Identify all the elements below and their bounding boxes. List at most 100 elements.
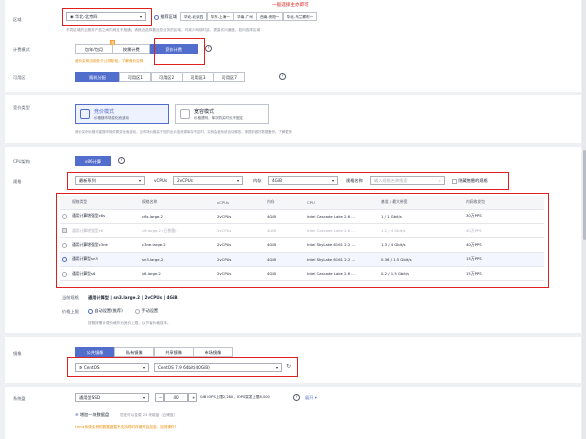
col-cpu: CPU [305, 196, 379, 210]
vcpus-select[interactable]: 2vCPUs ▾ [173, 176, 243, 185]
recommend-region-radio[interactable]: 推荐区域 [154, 14, 177, 20]
image-tab-private[interactable]: 私有镜像 [114, 347, 155, 357]
image-tab-market[interactable]: 市场镜像 [192, 347, 233, 357]
table-row[interactable]: 通用计算增强型c6s c6s.large.2 2vCPUs 4GiB Intel… [60, 209, 544, 224]
chevron-down-icon: ▾ [236, 178, 239, 183]
region-tab-shanghai1[interactable]: 华东-上海一 [206, 12, 234, 21]
billing-note: 竞价实例当前处于公测阶段。了解竞价实例 [75, 59, 144, 63]
soldout-checkbox-icon [62, 228, 67, 234]
region-tab-guangzhou[interactable]: 华南-广州 [233, 12, 257, 21]
col-mem: 内存 [265, 196, 305, 210]
az-7[interactable]: 可用区7 [213, 72, 246, 82]
tolerant-icon [180, 109, 190, 119]
current-spec-value: 通用计算型 | sn3.large.2 | 2vCPUs | 4GiB [88, 295, 178, 300]
mem-label: 内存 [253, 178, 262, 183]
region-note: 不同区域的云服务产品之间内网互不相通；请就近选择靠近您业务的区域，可减少网络时延… [66, 28, 261, 32]
pricing-label: 竞价类型 [13, 105, 30, 110]
row-radio-selected[interactable] [62, 257, 67, 263]
os-version-select[interactable]: CentOS 7.9 64bit(40GiB) ▾ [154, 363, 282, 372]
table-row[interactable]: 通用计算增强型c6 c6.large.2 (已售罄) 2vCPUs 4GiB I… [60, 223, 544, 239]
page-scrollbar[interactable] [582, 0, 586, 439]
chevron-down-icon: ▾ [138, 178, 141, 183]
disk-warning: Linux系统实例的数据盘暂不支持同时存储开启加密。如何操作? [75, 425, 177, 429]
chevron-down-icon: ▾ [142, 395, 145, 400]
spec-table-header: 规格类型 规格名称 vCPUs 内存 CPU 基准 / 最大带宽 内网收发包 [60, 196, 544, 210]
region-tab-ulanqab1[interactable]: 华北-乌兰察布一 [282, 12, 318, 21]
billing-help-icon[interactable]: ? [205, 45, 212, 52]
image-tab-shared[interactable]: 共享镜像 [153, 347, 194, 357]
chevron-down-icon: ▾ [275, 365, 278, 370]
spec-family-select[interactable]: 最新系列 ▾ [75, 176, 145, 185]
az-help-icon[interactable]: ? [279, 73, 286, 80]
price-cap-note: 按照按需计费价格作为竞价上限，以节省价格成本。 [88, 321, 171, 325]
image-tabs: 公共镜像 私有镜像 共享镜像 市场镜像 [75, 347, 233, 357]
az-3[interactable]: 可用区3 [181, 72, 214, 82]
col-name: 规格名称 [140, 196, 215, 210]
disk-iops-text: GiB IOPS上限2,280，IOPS突发上限8,000 [200, 395, 270, 399]
os-select[interactable]: ✲ CentOS ▾ [75, 363, 149, 372]
cpu-arch-label: CPU架构 [13, 159, 30, 164]
table-row[interactable]: 通用计算增强型c3ne c3ne.large.2 2vCPUs 4GiB Int… [60, 237, 544, 253]
billing-monthly[interactable]: 包年/包月 [75, 44, 113, 54]
col-bandwidth: 基准 / 最大带宽 [379, 196, 464, 210]
spec-label: 规格 [13, 179, 22, 184]
bid-desc: 价格随市场变化而波动 [94, 116, 129, 120]
scrollbar-thumb[interactable] [582, 150, 586, 240]
hide-soldout-checkbox[interactable]: 隐藏售罄的规格 [452, 178, 488, 184]
price-auto-radio[interactable]: 自动设置(推荐) [88, 308, 123, 314]
pricing-note: 竞价实例价格可能随市场供需变化而波动，当市场价格高于您的出价或资源库存不足时，实… [75, 130, 292, 134]
refresh-icon[interactable]: ↻ [286, 363, 291, 370]
billing-ondemand[interactable]: 按需计费 [112, 44, 151, 54]
discount-badge: 惠 [110, 40, 116, 45]
az-1[interactable]: 可用区1 [119, 72, 152, 82]
col-vcpus: vCPUs [215, 196, 265, 210]
disk-more-link[interactable]: 展开 ▾ [305, 395, 317, 401]
region-label: 区域 [13, 17, 22, 22]
mem-select[interactable]: 4GiB ▾ [268, 176, 338, 185]
price-manual-radio[interactable]: 手动设置 [135, 308, 158, 314]
az-random[interactable]: 随机分配 [75, 72, 120, 82]
disk-type-select[interactable]: 通用型SSD ▾ [75, 393, 149, 402]
vcpus-label: vCPUs [154, 178, 168, 183]
table-row-selected[interactable]: 通用计算型sn3 sn3.large.2 2vCPUs 4GiB Intel S… [60, 252, 544, 268]
disk-minus-button[interactable]: − [155, 393, 164, 402]
spec-name-label: 规格名称 [346, 178, 363, 183]
row-radio[interactable] [62, 213, 67, 219]
image-tab-public[interactable]: 公共镜像 [75, 347, 115, 357]
bid-icon [80, 109, 90, 119]
region-tab-beijing4[interactable]: 华北-北京四 [180, 12, 208, 21]
region-quick-tabs: 华北-北京四 华东-上海一 华南-广州 西南-贵阳一 华北-乌兰察布一 [180, 12, 318, 21]
spec-table: 规格类型 规格名称 vCPUs 内存 CPU 基准 / 最大带宽 内网收发包 通… [60, 196, 544, 282]
pricing-card-bid[interactable]: 竞价模式 价格随市场变化而波动 [75, 104, 169, 124]
bid-title: 竞价模式 [94, 109, 115, 115]
disk-size-input[interactable]: 40 [164, 393, 188, 402]
tolerant-title: 宽容模式 [194, 109, 215, 115]
region-tab-guiyang1[interactable]: 西南-贵阳一 [256, 12, 284, 21]
az-tabs: 随机分配 可用区1 可用区2 可用区3 可用区7 [75, 72, 246, 82]
chevron-down-icon: ▾ [142, 365, 145, 370]
cpu-arch-tabs: x86计算 [75, 156, 111, 166]
disk-help-icon[interactable]: ? [293, 394, 300, 401]
az-2[interactable]: 可用区2 [150, 72, 183, 82]
disk-plus-button[interactable]: + [188, 393, 197, 402]
disk-label: 系统盘 [13, 396, 26, 401]
highlight-region [62, 8, 152, 26]
cpu-arch-x86[interactable]: x86计算 [75, 156, 111, 166]
add-disk-note: 您还可以挂载 23 块磁盘（云硬盘） [120, 413, 178, 417]
az-label: 可用区 [13, 75, 26, 80]
add-disk-button[interactable]: ⊕ 增加一块数据盘 [75, 412, 109, 418]
row-radio[interactable] [62, 271, 67, 277]
cpu-arch-help-icon[interactable]: ? [118, 157, 125, 164]
row-radio[interactable] [62, 242, 67, 248]
col-pps: 内网收发包 [464, 196, 544, 210]
tolerant-desc: 价格透明，单次购买时长不固定 [194, 116, 243, 120]
billing-label: 计费模式 [13, 47, 30, 52]
pricing-card-tolerant[interactable]: 宽容模式 价格透明，单次购买时长不固定 [175, 104, 269, 124]
price-cap-label: 价格上限 [62, 309, 79, 314]
annotation-text: 一般选择主亦即可 [272, 3, 309, 8]
table-row[interactable]: 通用计算型s6 s6.large.2 2vCPUs 4GiB Intel Cas… [60, 266, 544, 282]
image-label: 镜像 [13, 351, 22, 356]
search-icon: ⌕ [438, 178, 441, 183]
spec-name-input[interactable]: 输入规格名称搜索 ⌕ [370, 176, 445, 185]
highlight-billing [154, 38, 205, 65]
